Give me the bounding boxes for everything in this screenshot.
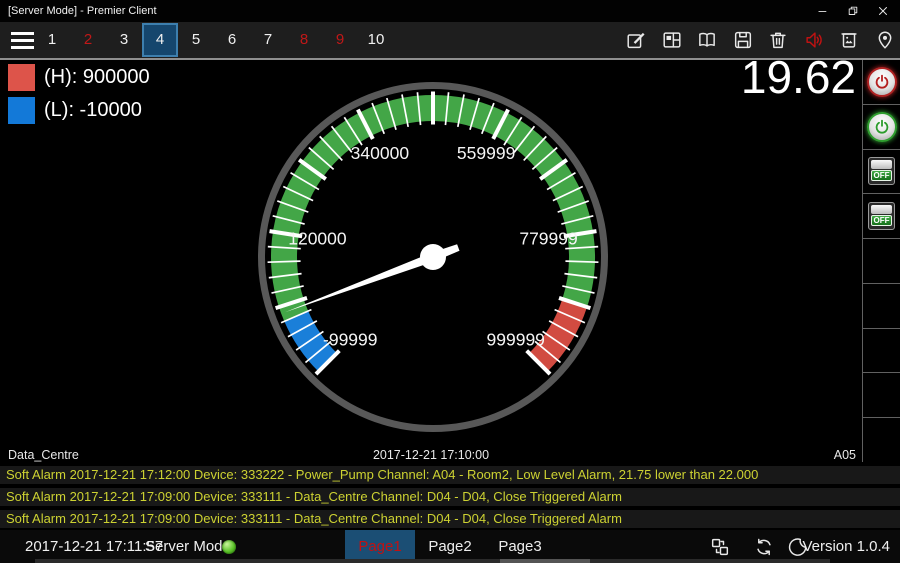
svg-text:779999: 779999 (519, 229, 577, 249)
control-sidebar: OFF OFF (862, 60, 900, 462)
book-icon[interactable] (696, 29, 718, 51)
app-window: [Server Mode] - Premier Client 123456789… (0, 0, 900, 563)
current-value-display: 19.62 (741, 50, 856, 104)
trash-icon[interactable] (767, 29, 789, 51)
low-alarm-label: (L): -10000 (44, 97, 142, 124)
minimize-button[interactable] (808, 0, 838, 22)
window-controls (808, 0, 898, 22)
page-button-5[interactable]: 5 (178, 23, 214, 57)
maximize-button[interactable] (838, 0, 868, 22)
toggle-rocker (871, 205, 892, 214)
hamburger-menu-icon[interactable] (11, 32, 34, 49)
gauge-timestamp: 2017-12-21 17:10:00 (0, 448, 862, 462)
edit-icon[interactable] (625, 29, 647, 51)
svg-text:999999: 999999 (487, 330, 545, 350)
svg-text:120000: 120000 (288, 229, 347, 249)
sidebar-cell (863, 418, 900, 462)
toggle-switch-1[interactable]: OFF (868, 157, 895, 185)
toggle-state-label: OFF (871, 170, 892, 181)
toggle-state-label: OFF (871, 215, 892, 226)
gauge-channel: A05 (834, 448, 856, 462)
page-button-2[interactable]: 2 (70, 23, 106, 57)
sidebar-cell (863, 60, 900, 105)
low-alarm-swatch (8, 97, 35, 124)
location-pin-icon[interactable] (874, 29, 896, 51)
close-icon (876, 4, 890, 18)
sidebar-cell (863, 284, 900, 329)
sidebar-cell (863, 329, 900, 374)
titlebar: [Server Mode] - Premier Client (0, 0, 900, 22)
sidebar-cell (863, 373, 900, 418)
alarm-row[interactable]: Soft Alarm 2017-12-21 17:09:00 Device: 3… (0, 510, 900, 528)
gauge-device-name: Data_Centre (8, 448, 79, 462)
alarm-row[interactable]: Soft Alarm 2017-12-21 17:09:00 Device: 3… (0, 488, 900, 506)
sidebar-cell: OFF (863, 150, 900, 195)
alarm-list: Soft Alarm 2017-12-21 17:12:00 Device: 3… (0, 466, 900, 532)
svg-text:559999: 559999 (457, 143, 515, 163)
page-button-6[interactable]: 6 (214, 23, 250, 57)
page-button-7[interactable]: 7 (250, 23, 286, 57)
toolbar-icons (625, 29, 896, 51)
high-alarm-label: (H): 900000 (44, 64, 150, 91)
layout-icon[interactable] (661, 29, 683, 51)
toggle-switch-2[interactable]: OFF (868, 202, 895, 230)
gauge-caption: 2017-12-21 17:10:00 Data_Centre A05 (0, 448, 862, 464)
speaker-icon[interactable] (803, 29, 825, 51)
close-button[interactable] (868, 0, 898, 22)
sidebar-cell (863, 105, 900, 150)
maximize-icon (846, 4, 860, 18)
scrollbar-thumb[interactable] (500, 559, 590, 563)
minimize-icon (816, 4, 830, 18)
swap-layout-icon[interactable] (709, 536, 731, 558)
toggle-rocker (871, 160, 892, 169)
page-button-10[interactable]: 10 (358, 23, 394, 57)
power-on-button[interactable] (867, 112, 897, 142)
high-alarm-swatch (8, 64, 35, 91)
power-icon (873, 118, 891, 136)
page-button-8[interactable]: 8 (286, 23, 322, 57)
page-button-1[interactable]: 1 (34, 23, 70, 57)
statusbar: 2017-12-21 17:11:57 Server Mode Page1Pag… (0, 530, 900, 563)
save-icon[interactable] (732, 29, 754, 51)
horizontal-scrollbar[interactable] (35, 559, 830, 563)
window-title: [Server Mode] - Premier Client (8, 0, 157, 22)
page-number-list: 12345678910 (34, 23, 394, 57)
server-status-led (222, 540, 236, 554)
sync-icon[interactable] (753, 536, 775, 558)
power-icon (873, 73, 891, 91)
image-bin-icon[interactable] (838, 29, 860, 51)
page-button-4[interactable]: 4 (142, 23, 178, 57)
page-button-9[interactable]: 9 (322, 23, 358, 57)
gauge-chart: -99999 120000 340000 559999 779999 999999 (233, 57, 633, 457)
sidebar-cell: OFF (863, 194, 900, 239)
power-off-button[interactable] (867, 67, 897, 97)
page-button-3[interactable]: 3 (106, 23, 142, 57)
svg-text:340000: 340000 (351, 143, 410, 163)
sidebar-cell (863, 239, 900, 284)
svg-text:-99999: -99999 (323, 330, 378, 350)
alarm-row[interactable]: Soft Alarm 2017-12-21 17:12:00 Device: 3… (0, 466, 900, 484)
